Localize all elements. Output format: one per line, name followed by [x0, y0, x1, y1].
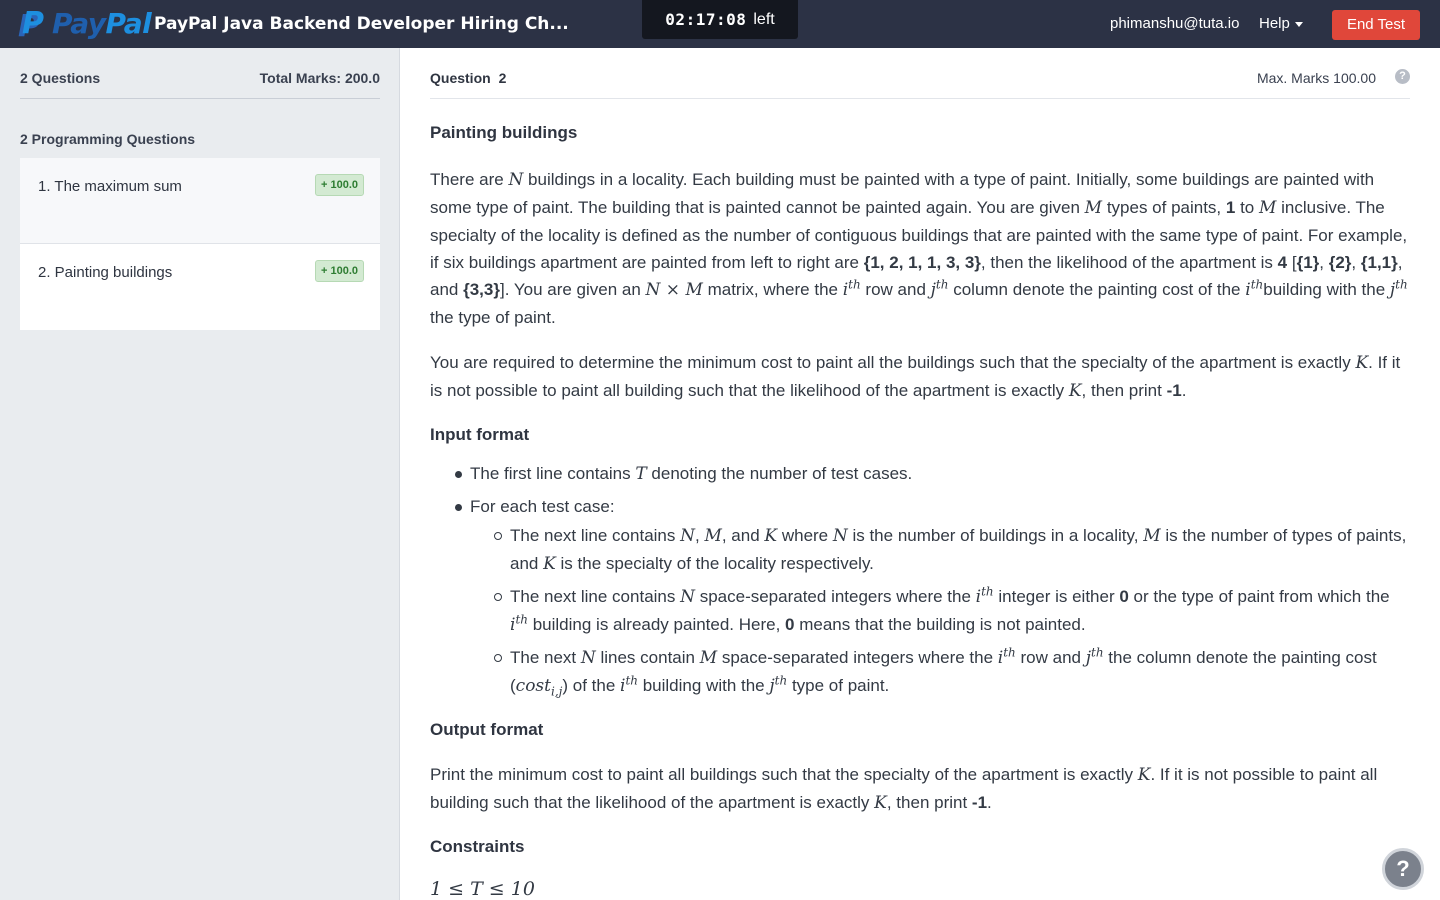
help-label: Help: [1259, 15, 1290, 32]
problem-title: Painting buildings: [430, 123, 578, 142]
end-test-button[interactable]: End Test: [1332, 10, 1420, 40]
paypal-p-icon: PP: [18, 6, 44, 44]
question-circle-icon[interactable]: ?: [1382, 848, 1424, 890]
max-marks: Max. Marks 100.00: [1256, 70, 1376, 86]
question-title: 1. The maximum sum: [38, 178, 182, 195]
output-format-heading: Output format: [430, 720, 544, 739]
countdown-timer: 02:17:08 left: [642, 0, 798, 39]
problem-description: There are N buildings in a locality. Eac…: [430, 170, 1408, 327]
test-title: PayPal Java Backend Developer Hiring Ch.…: [154, 14, 569, 34]
input-format-heading: Input format: [430, 425, 530, 444]
user-email[interactable]: phimanshu@tuta.io: [1110, 15, 1239, 33]
list-item: The next N lines contain M space-separat…: [470, 644, 1410, 700]
constraints-heading: Constraints: [430, 837, 525, 856]
question-label: Question 2: [430, 70, 507, 86]
question-count: 2 Questions: [20, 70, 101, 86]
top-bar: PP PayPal PayPal Java Backend Developer …: [0, 0, 1440, 48]
sidebar-question-1[interactable]: 1. The maximum sum + 100.0: [20, 158, 380, 244]
problem-requirement: You are required to determine the minimu…: [430, 353, 1401, 401]
question-title: 2. Painting buildings: [38, 264, 173, 281]
total-marks: Total Marks: 200.0: [259, 70, 380, 86]
question-number: 2: [498, 70, 507, 86]
list-item: The next line contains N space-separated…: [470, 583, 1410, 639]
list-item: The next line contains N, M, and K where…: [470, 522, 1410, 578]
marks-badge: + 100.0: [314, 174, 364, 196]
problem-statement: Painting buildings There are N buildings…: [430, 118, 1410, 900]
timer-value: 02:17:08: [665, 9, 747, 29]
question-header: Question 2 Max. Marks 100.00 ?: [430, 48, 1410, 99]
output-format-text: Print the minimum cost to paint all buil…: [430, 765, 1378, 813]
list-item: For each test case: The next line contai…: [430, 493, 1410, 700]
chevron-down-icon: [1294, 22, 1303, 27]
paypal-logo: PP PayPal: [18, 6, 152, 44]
question-help-icon[interactable]: ?: [1395, 69, 1410, 84]
sidebar-question-2[interactable]: 2. Painting buildings + 100.0: [20, 244, 380, 330]
constraint-t: 1 ≤ T ≤ 10: [430, 878, 535, 900]
list-item: The first line contains T denoting the n…: [430, 460, 1410, 488]
input-format-list: The first line contains T denoting the n…: [430, 460, 1410, 700]
sidebar-header: 2 Questions Total Marks: 200.0: [20, 48, 380, 99]
help-menu[interactable]: Help: [1259, 15, 1303, 33]
question-sidebar: 2 Questions Total Marks: 200.0 2 Program…: [0, 48, 400, 900]
section-title: 2 Programming Questions: [20, 131, 196, 147]
question-panel: Question 2 Max. Marks 100.00 ? Painting b…: [400, 48, 1440, 900]
marks-badge: + 100.0: [314, 260, 364, 282]
timer-label: left: [753, 10, 775, 28]
paypal-wordmark: PayPal: [52, 7, 152, 40]
